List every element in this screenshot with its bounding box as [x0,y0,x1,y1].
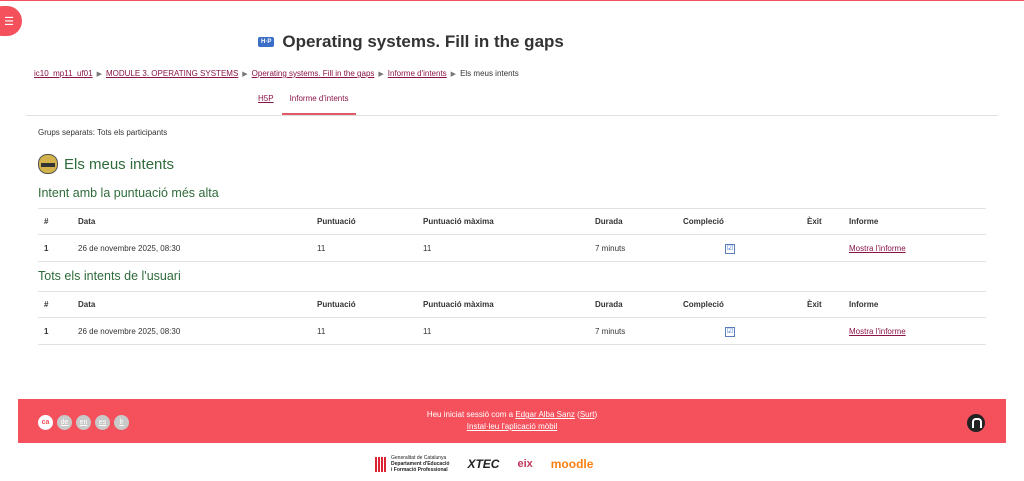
cell-num: 1 [38,234,72,262]
cell-score: 11 [311,234,417,262]
table-row: 1 26 de novembre 2025, 08:30 11 11 7 min… [38,234,986,262]
cell-max: 11 [417,234,589,262]
xtec-logo[interactable]: XTEC [467,457,499,471]
moodle-logo[interactable]: moodle [551,457,594,471]
cell-duration: 7 minuts [589,317,677,345]
breadcrumb-report[interactable]: Informe d'intents [388,69,447,78]
breadcrumb-current: Els meus intents [460,69,519,78]
user-profile-link[interactable]: Edgar Alba Sanz [515,410,575,419]
login-info: Heu iniciat sessió com a Edgar Alba Sanz… [426,410,598,431]
tab-h5p[interactable]: H5P [250,90,282,115]
breadcrumb-module[interactable]: MODULE 3. OPERATING SYSTEMS [106,69,238,78]
partner-logos: Generalitat de Catalunya Departament d'E… [375,455,593,473]
h5p-icon: H·P [258,37,275,47]
cell-completion: ☑ [677,317,801,345]
footer: ca de en es fr Heu iniciat sessió com a … [18,399,1006,443]
table-row: 1 26 de novembre 2025, 08:30 11 11 7 min… [38,317,986,345]
cell-date: 26 de novembre 2025, 08:30 [72,317,311,345]
gencat-logo[interactable]: Generalitat de Catalunya Departament d'E… [375,455,449,473]
page-header: H·P Operating systems. Fill in the gaps [258,32,564,52]
col-header-score: Puntuació [311,208,417,235]
col-header-success: Èxit [801,208,843,235]
login-prefix: Heu iniciat sessió com a [426,410,516,419]
col-header-report: Informe [843,291,986,318]
gencat-line-3: i Formació Professional [391,467,448,473]
breadcrumb-separator-icon: ▶ [96,70,102,78]
breadcrumb-separator-icon: ▶ [378,70,384,78]
cell-report: Mostra l'informe [843,317,986,345]
completion-check-icon: ☑ [725,326,735,337]
cell-report: Mostra l'informe [843,234,986,262]
cell-num: 1 [38,317,72,345]
breadcrumb-course[interactable]: ic10_mp11_uf01 [34,69,93,78]
tabs-divider [26,115,998,116]
eix-logo[interactable]: eix [517,458,532,470]
col-header-num: # [38,291,72,318]
show-report-link[interactable]: Mostra l'informe [849,244,906,253]
table-header-row: # Data Puntuació Puntuació màxima Durada… [38,291,986,318]
groups-filter-text: Grups separats: Tots els participants [38,128,168,137]
table-header-row: # Data Puntuació Puntuació màxima Durada… [38,208,986,235]
completion-check-icon: ☑ [725,243,735,254]
best-attempt-table: # Data Puntuació Puntuació màxima Durada… [38,208,986,262]
col-header-completion: Compleció [677,291,801,318]
page-title: Operating systems. Fill in the gaps [282,32,564,51]
col-header-success: Èxit [801,291,843,318]
breadcrumb: ic10_mp11_uf01 ▶ MODULE 3. OPERATING SYS… [34,69,519,78]
col-header-completion: Compleció [677,208,801,235]
drawer-menu-button[interactable]: ☰ [0,6,22,36]
tab-attempts-report[interactable]: Informe d'intents [281,90,357,115]
menu-icon: ☰ [4,15,14,28]
col-header-duration: Durada [589,291,677,318]
best-attempt-heading: Intent amb la puntuació més alta [38,186,219,200]
col-header-date: Data [72,208,311,235]
cell-success [801,234,843,262]
section-header: Els meus intents [38,154,174,174]
mobile-app-link[interactable]: Instal·leu l'aplicació mòbil [467,422,557,431]
show-report-link[interactable]: Mostra l'informe [849,327,906,336]
col-header-score: Puntuació [311,291,417,318]
all-attempts-heading: Tots els intents de l'usuari [38,269,181,283]
cell-date: 26 de novembre 2025, 08:30 [72,234,311,262]
breadcrumb-separator-icon: ▶ [450,70,457,78]
gencat-flag-icon [375,456,387,472]
col-header-max: Puntuació màxima [417,208,589,235]
top-accent-line [0,0,1024,1]
col-header-date: Data [72,291,311,318]
cell-success [801,317,843,345]
cell-completion: ☑ [677,234,801,262]
moodle-app-icon[interactable] [967,414,985,432]
logout-link[interactable]: Surt [580,410,595,419]
cell-max: 11 [417,317,589,345]
cell-duration: 7 minuts [589,234,677,262]
col-header-duration: Durada [589,208,677,235]
col-header-num: # [38,208,72,235]
breadcrumb-separator-icon: ▶ [242,70,248,78]
col-header-report: Informe [843,208,986,235]
section-title: Els meus intents [64,155,175,173]
col-header-max: Puntuació màxima [417,291,589,318]
all-attempts-table: # Data Puntuació Puntuació màxima Durada… [38,291,986,345]
attempts-icon [38,154,58,174]
cell-score: 11 [311,317,417,345]
tab-bar: H5P Informe d'intents [250,90,357,115]
breadcrumb-activity[interactable]: Operating systems. Fill in the gaps [252,69,375,78]
